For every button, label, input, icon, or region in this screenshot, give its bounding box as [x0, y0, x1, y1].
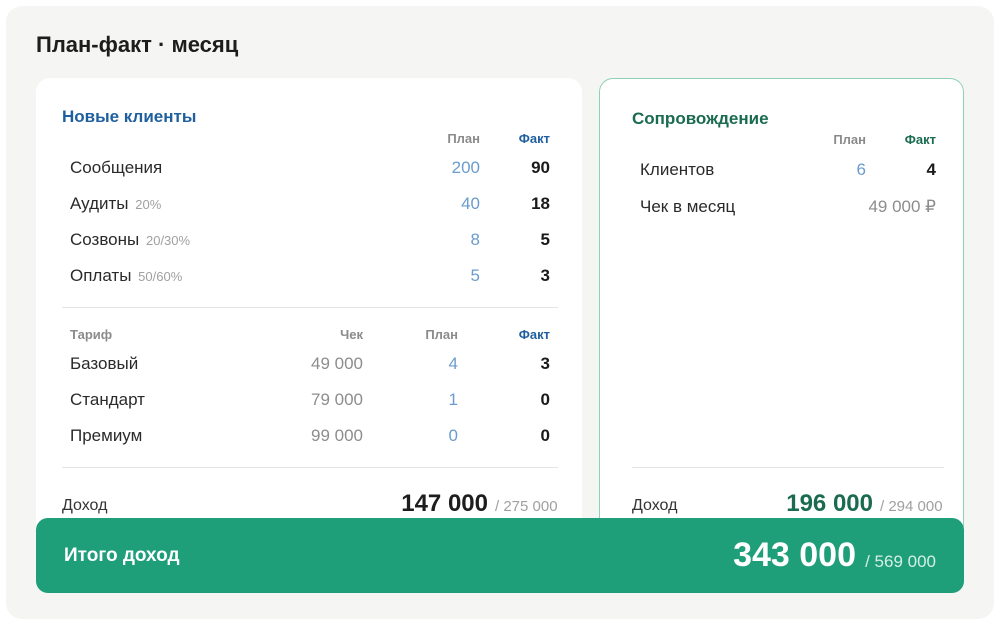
- funnel-row-calls: Созвоны 20/30% 8 5: [36, 222, 582, 258]
- tariff-row-basic: Базовый 49 000 4 3: [36, 346, 582, 382]
- total-income-label: Итого доход: [64, 545, 180, 566]
- support-clients-label: Клиентов: [640, 160, 715, 179]
- funnel-fact: 90: [531, 158, 550, 177]
- fact-header: Факт: [518, 131, 550, 146]
- tariff-plan: 1: [448, 390, 458, 409]
- funnel-label: Аудиты 20%: [70, 194, 162, 213]
- tariff-name: Стандарт: [70, 390, 145, 409]
- funnel-row-payments: Оплаты 50/60% 5 3: [36, 258, 582, 294]
- plan-header: План: [447, 131, 480, 146]
- tariff-check: 79 000: [311, 390, 363, 409]
- plan-header: План: [833, 132, 866, 147]
- tariff-row-premium: Премиум 99 000 0 0: [36, 418, 582, 454]
- tariff-fact-header: Факт: [518, 327, 550, 342]
- plan-fact-panel: План-факт · месяц Новые клиенты План Фак…: [6, 6, 994, 619]
- support-check-value: 49 000 ₽: [868, 197, 936, 216]
- support-clients-fact: 4: [926, 160, 936, 179]
- support-title: Сопровождение: [632, 109, 769, 128]
- tariff-check: 99 000: [311, 426, 363, 445]
- funnel-plan: 40: [461, 194, 480, 213]
- tariff-row-standard: Стандарт 79 000 1 0: [36, 382, 582, 418]
- income-label: Доход: [632, 497, 678, 514]
- total-income-of-plan: / 569 000: [865, 552, 936, 571]
- total-income-value: 343 000: [733, 536, 856, 574]
- total-income-bar: Итого доход 343 000 / 569 000: [36, 518, 964, 593]
- tariff-fact: 0: [540, 426, 550, 445]
- funnel-plan: 200: [451, 158, 480, 177]
- support-row-check: Чек в месяц 49 000 ₽: [600, 189, 963, 225]
- funnel-fact: 18: [531, 194, 550, 213]
- funnel-label: Оплаты 50/60%: [70, 266, 183, 285]
- tariff-plan: 0: [448, 426, 458, 445]
- tariff-name: Премиум: [70, 426, 143, 445]
- funnel-fact: 3: [540, 266, 550, 285]
- tariff-plan: 4: [448, 354, 458, 373]
- new-clients-card: Новые клиенты План Факт Сообщения 200 90…: [36, 78, 582, 538]
- check-header: Чек: [340, 327, 363, 342]
- income-of-plan: / 275 000: [495, 498, 558, 515]
- tariff-plan-header: План: [425, 327, 458, 342]
- support-card: Сопровождение План Факт Клиентов 6 4 Чек…: [599, 78, 964, 538]
- tariff-name: Базовый: [70, 354, 139, 373]
- tariff-fact: 3: [540, 354, 550, 373]
- support-row-clients: Клиентов 6 4: [600, 152, 963, 188]
- new-clients-title: Новые клиенты: [62, 107, 197, 126]
- funnel-plan: 5: [470, 266, 480, 285]
- tariff-fact: 0: [540, 390, 550, 409]
- funnel-label: Сообщения: [70, 158, 163, 177]
- tariff-header: Тариф: [70, 327, 113, 342]
- tariff-check: 49 000: [311, 354, 363, 373]
- funnel-row-messages: Сообщения 200 90: [36, 150, 582, 186]
- support-clients-plan: 6: [856, 160, 866, 179]
- funnel-fact: 5: [540, 230, 550, 249]
- funnel-label: Созвоны 20/30%: [70, 230, 191, 249]
- section-divider: [632, 467, 944, 468]
- page-title: План-факт · месяц: [36, 32, 239, 57]
- section-divider: [62, 307, 558, 308]
- fact-header: Факт: [904, 132, 936, 147]
- section-divider: [62, 467, 558, 468]
- funnel-row-audits: Аудиты 20% 40 18: [36, 186, 582, 222]
- income-value: 147 000: [401, 490, 488, 517]
- income-value: 196 000: [786, 490, 873, 517]
- income-of-plan: / 294 000: [880, 498, 943, 515]
- support-check-label: Чек в месяц: [640, 197, 736, 216]
- income-label: Доход: [62, 497, 108, 514]
- funnel-plan: 8: [470, 230, 480, 249]
